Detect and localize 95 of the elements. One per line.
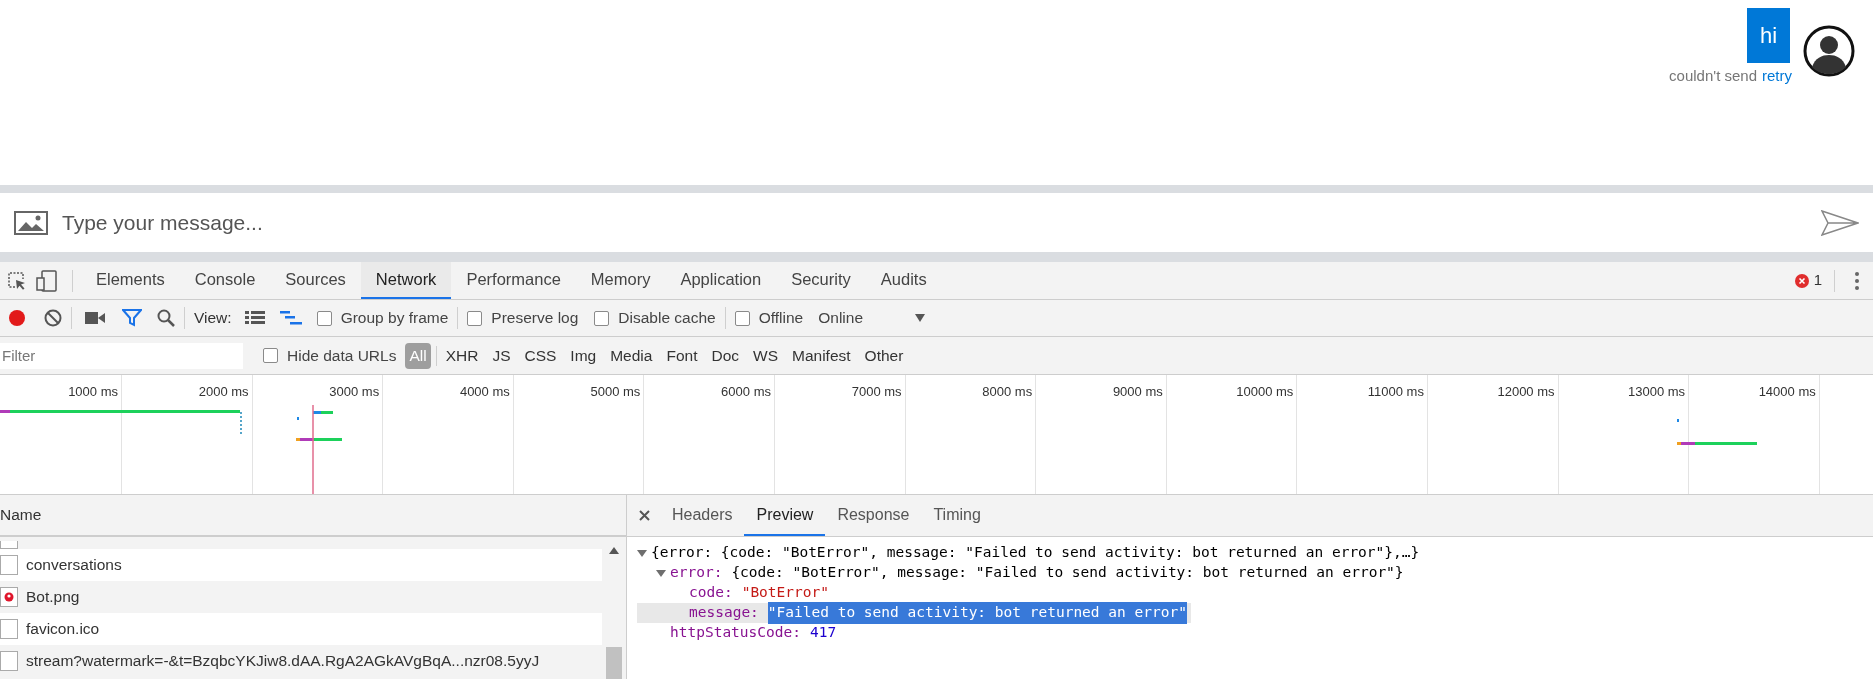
caret-icon <box>915 314 926 322</box>
filter-input[interactable]: Filter <box>0 342 243 369</box>
device-toolbar-icon[interactable] <box>35 268 59 293</box>
video-camera-icon[interactable] <box>85 311 105 325</box>
timeline-tick-label: 3000 ms <box>329 383 380 401</box>
message-input[interactable]: Type your message... <box>62 206 1807 239</box>
checkbox[interactable] <box>467 310 483 326</box>
throttling-dropdown[interactable]: Online <box>818 306 926 330</box>
search-icon[interactable] <box>157 309 175 327</box>
checkbox[interactable] <box>316 310 332 326</box>
type-filter-button[interactable]: JS <box>488 342 515 369</box>
property-key: code: <box>689 582 733 604</box>
more-menu-icon[interactable] <box>1855 271 1859 290</box>
file-icon <box>0 555 18 575</box>
property-key: message: <box>689 602 759 624</box>
detail-tab[interactable]: Headers <box>660 495 745 536</box>
error-count[interactable]: 1 <box>1813 269 1822 292</box>
close-icon[interactable] <box>639 510 650 521</box>
record-icon[interactable] <box>7 308 27 328</box>
devtools-tab[interactable]: Performance <box>451 262 576 299</box>
filter-icon[interactable] <box>122 309 142 327</box>
request-name: stream?watermark=-&t=BzqbcYKJiw8.dAA.RgA2AGkAVgBqA...nzr08.5yyJ <box>26 651 540 672</box>
checkbox[interactable] <box>734 310 750 326</box>
timeline-tick-label: 2000 ms <box>198 383 249 401</box>
timeline-tick-label: 12000 ms <box>1497 383 1555 401</box>
list-view-icon[interactable] <box>244 311 265 325</box>
request-row[interactable]: conversations <box>0 549 602 581</box>
type-filter-button[interactable]: Img <box>566 342 601 369</box>
request-row[interactable]: favicon.ico <box>0 613 602 645</box>
waterfall-view-icon[interactable] <box>279 311 302 325</box>
json-summary: {error: {code: "BotError", message: "Failed to send activity: bot returned an error"},…} <box>651 543 1420 563</box>
type-filter-button[interactable]: WS <box>749 342 782 369</box>
expand-triangle-icon[interactable] <box>637 548 647 558</box>
type-filter-button[interactable]: Other <box>860 342 908 369</box>
file-icon <box>0 619 18 639</box>
send-status: couldn't send <box>1669 66 1757 86</box>
type-filter-button[interactable]: Manifest <box>788 342 855 369</box>
timeline-tick-label: 8000 ms <box>982 383 1033 401</box>
detail-tab[interactable]: Preview <box>744 495 826 536</box>
detail-tab[interactable]: Timing <box>921 495 993 536</box>
timeline-tick-label: 7000 ms <box>851 383 902 401</box>
property-value: {code: "BotError", message: "Failed to send activity: bot returned an error"} <box>731 563 1404 583</box>
devtools-tab[interactable]: Security <box>776 262 866 299</box>
type-filter-button[interactable]: Doc <box>707 342 743 369</box>
property-value: "Failed to send activity: bot returned an error" <box>767 602 1187 624</box>
error-icon[interactable] <box>1794 273 1809 288</box>
image-file-icon <box>0 587 18 607</box>
option-label: Group by frame <box>340 308 449 329</box>
expand-triangle-icon[interactable] <box>656 568 666 578</box>
type-filter-button[interactable]: XHR <box>441 342 483 369</box>
timeline-tick-label: 11000 ms <box>1367 383 1424 401</box>
option-label: Disable cache <box>618 308 716 329</box>
image-upload-icon[interactable] <box>14 210 48 235</box>
devtools-tab[interactable]: Application <box>665 262 777 299</box>
devtools-tab[interactable]: Console <box>179 262 271 299</box>
request-name: Bot.png <box>26 587 80 608</box>
user-avatar-icon <box>1803 25 1855 77</box>
timeline-tick-label: 5000 ms <box>590 383 641 401</box>
clear-icon[interactable] <box>44 309 62 327</box>
timeline-tick-label: 4000 ms <box>459 383 510 401</box>
type-filter-button[interactable]: Media <box>606 342 657 369</box>
devtools-tab[interactable]: Memory <box>575 262 666 299</box>
timeline-tick-label: 9000 ms <box>1112 383 1163 401</box>
inspect-element-icon[interactable] <box>6 269 28 292</box>
timeline-tick-label: 1000 ms <box>68 383 118 401</box>
checkbox[interactable] <box>263 348 278 363</box>
request-name: favicon.ico <box>26 619 100 640</box>
checkbox[interactable] <box>594 310 610 326</box>
detail-tab[interactable]: Response <box>825 495 922 536</box>
property-key: httpStatusCode: <box>670 622 801 644</box>
file-icon <box>0 651 18 671</box>
devtools-tab[interactable]: Network <box>360 262 452 299</box>
scroll-up-icon[interactable] <box>609 547 619 554</box>
message-bubble: hi <box>1747 8 1790 63</box>
property-value: "BotError" <box>741 583 829 603</box>
timeline-tick-label: 6000 ms <box>721 383 771 401</box>
column-header[interactable]: Name <box>0 503 42 527</box>
timeline-tick-label: 13000 ms <box>1628 383 1686 401</box>
option-label: Hide data URLs <box>287 345 397 366</box>
property-key: error: <box>670 562 723 584</box>
option-label: Offline <box>758 308 804 329</box>
scrollbar-thumb[interactable] <box>606 647 622 679</box>
type-filter-button[interactable]: CSS <box>520 342 561 369</box>
send-icon[interactable] <box>1821 209 1859 236</box>
view-label: View: <box>194 308 232 329</box>
property-value: 417 <box>809 623 837 643</box>
option-label: Preserve log <box>491 308 579 329</box>
timeline-tick-label: 14000 ms <box>1758 383 1816 401</box>
devtools-tab[interactable]: Elements <box>81 262 180 299</box>
request-name: conversations <box>26 555 122 576</box>
retry-link[interactable]: retry <box>1762 65 1792 88</box>
devtools-tab[interactable]: Audits <box>865 262 942 299</box>
devtools-tab[interactable]: Sources <box>270 262 361 299</box>
type-filter-button[interactable]: Font <box>662 342 702 369</box>
timeline-tick-label: 10000 ms <box>1236 383 1294 401</box>
